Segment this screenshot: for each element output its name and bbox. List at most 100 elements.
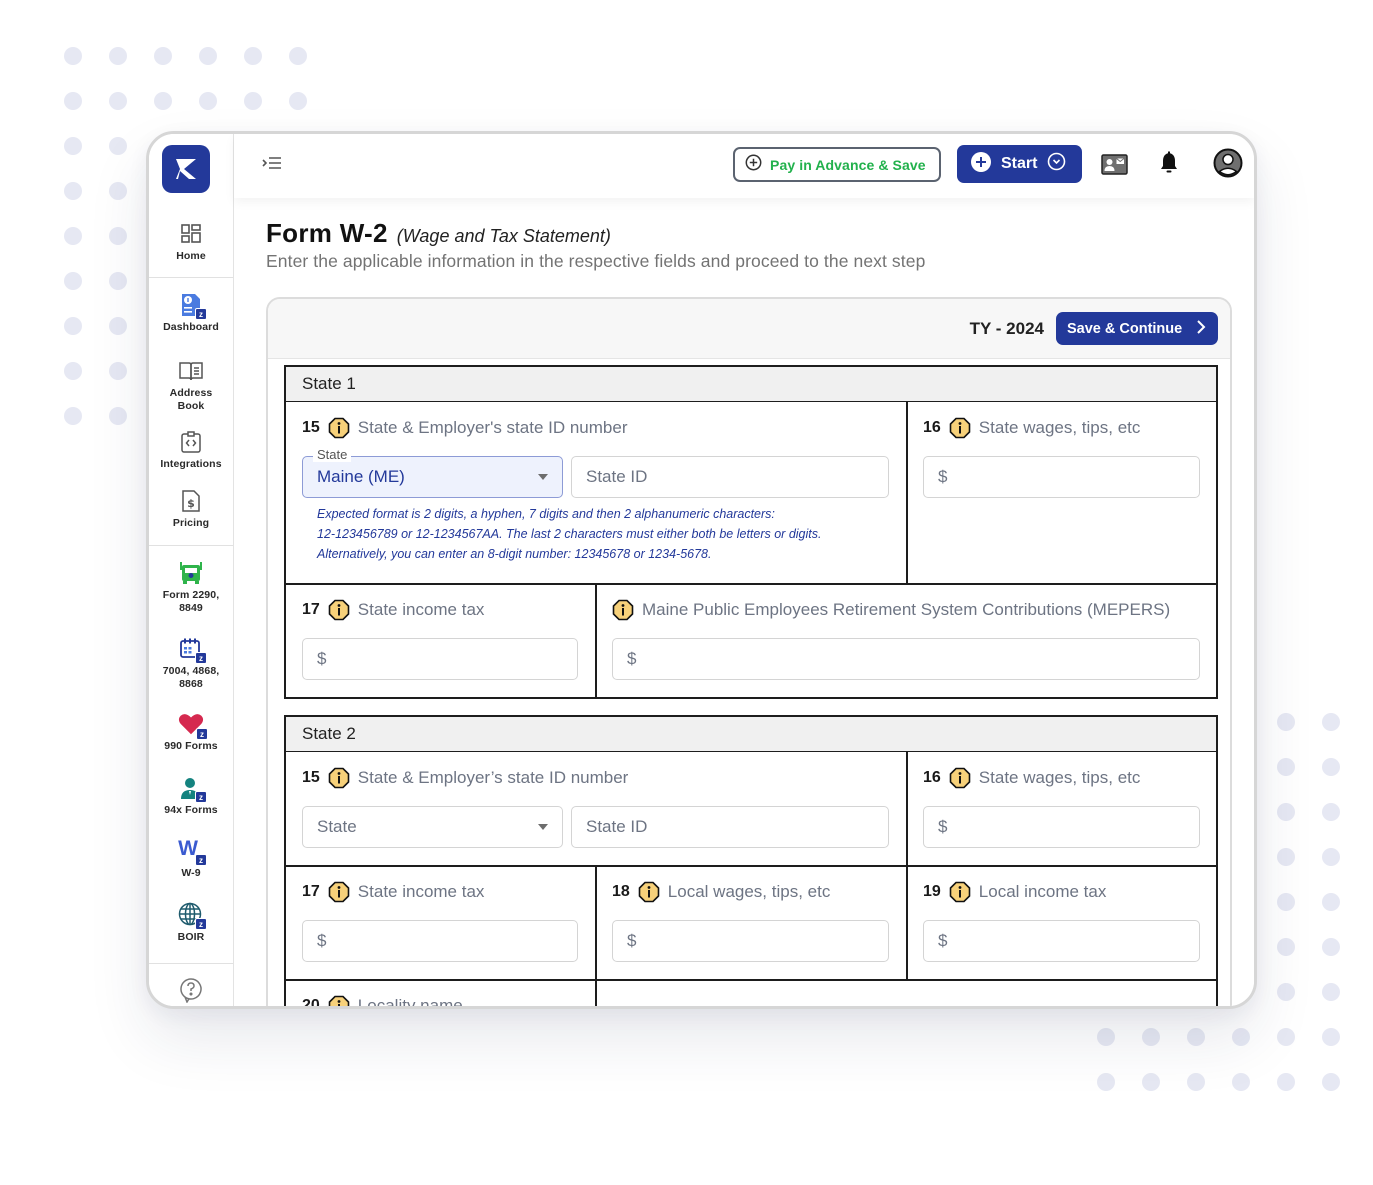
state-wages-input[interactable]: $ xyxy=(923,806,1200,848)
box-number: 17 xyxy=(302,601,320,618)
box-number: 16 xyxy=(923,419,941,436)
tax-year: TY - 2024 xyxy=(969,319,1044,338)
sidebar-item-boir[interactable]: z BOIR xyxy=(149,902,233,944)
menu-toggle-icon[interactable] xyxy=(261,154,283,174)
heart-icon: z xyxy=(178,711,208,740)
sidebar-item-pricing[interactable]: $ Pricing xyxy=(149,488,233,530)
decorative-dot xyxy=(64,272,82,290)
sidebar-item-94x-forms[interactable]: z 94x Forms xyxy=(149,775,233,817)
field-label-text: Local wages, tips, etc xyxy=(667,882,831,901)
box-number: 19 xyxy=(923,883,941,900)
decorative-dot xyxy=(154,92,172,110)
info-icon[interactable] xyxy=(638,881,660,903)
divider xyxy=(595,583,597,699)
page-subtitle: Enter the applicable information in the … xyxy=(266,251,926,271)
sidebar-item-help[interactable] xyxy=(149,977,233,1003)
info-icon[interactable] xyxy=(328,767,350,789)
sidebar-item-w9[interactable]: W z W-9 xyxy=(149,837,233,880)
decorative-dot xyxy=(109,362,127,380)
sidebar-item-integrations[interactable]: Integrations xyxy=(149,429,233,471)
decorative-dot xyxy=(289,92,307,110)
sidebar-item-label: Address Book xyxy=(169,387,213,412)
decorative-dot xyxy=(244,92,262,110)
bell-icon[interactable] xyxy=(1159,151,1179,180)
decorative-dot xyxy=(64,362,82,380)
state-income-tax-input[interactable]: $ xyxy=(302,920,578,962)
decorative-dot xyxy=(109,317,127,335)
sidebar-item-label: Dashboard xyxy=(163,321,219,333)
top-bar: Pay in Advance & Save Start xyxy=(234,134,1254,198)
state-wages-input[interactable]: $ xyxy=(923,456,1200,498)
box-19-label: 19 Local income tax xyxy=(923,881,1106,903)
decorative-dot xyxy=(1322,713,1340,731)
decorative-dot xyxy=(1322,893,1340,911)
local-income-tax-input[interactable]: $ xyxy=(923,920,1200,962)
decorative-dot xyxy=(64,92,82,110)
pay-in-advance-button[interactable]: Pay in Advance & Save xyxy=(733,147,941,182)
info-icon[interactable] xyxy=(949,881,971,903)
info-icon[interactable] xyxy=(949,417,971,439)
sidebar-divider xyxy=(149,277,233,278)
sidebar-item-extensions[interactable]: z 7004, 4868, 8868 xyxy=(149,636,233,690)
field-label-text: Locality name xyxy=(357,996,463,1009)
decorative-dot xyxy=(1187,1073,1205,1091)
info-icon[interactable] xyxy=(328,599,350,621)
sidebar-item-address-book[interactable]: Address Book xyxy=(149,358,233,412)
sidebar-item-dashboard[interactable]: z Dashboard xyxy=(149,292,233,334)
sidebar-item-label: BOIR xyxy=(177,931,205,943)
box-20-label: 20 Locality name xyxy=(302,995,463,1009)
divider xyxy=(286,979,1216,981)
decorative-dot xyxy=(109,182,127,200)
field-label-text: State wages, tips, etc xyxy=(978,768,1141,787)
svg-text:$: $ xyxy=(187,497,195,510)
info-icon[interactable] xyxy=(328,995,350,1006)
decorative-dot xyxy=(1277,1073,1295,1091)
info-icon[interactable] xyxy=(612,599,634,621)
state-id-input[interactable]: State ID xyxy=(571,456,889,498)
app-window: Home z Dashboard Address Book Integratio… xyxy=(146,131,1257,1009)
dashboard-icon: z xyxy=(178,292,207,320)
help-icon xyxy=(178,977,204,1003)
globe-icon: z xyxy=(178,902,207,930)
decorative-dot xyxy=(1322,803,1340,821)
sidebar-item-990-forms[interactable]: z 990 Forms xyxy=(149,711,233,753)
state-income-tax-input[interactable]: $ xyxy=(302,638,578,680)
form-title: Form W-2 xyxy=(266,218,388,248)
field-label-text: State income tax xyxy=(357,600,485,619)
state-id-format-hint: Expected format is 2 digits, a hyphen, 7… xyxy=(317,504,821,564)
decorative-dot xyxy=(1322,938,1340,956)
info-icon[interactable] xyxy=(328,417,350,439)
decorative-dot xyxy=(1322,848,1340,866)
w9-icon: W z xyxy=(178,837,207,866)
decorative-dot xyxy=(1097,1073,1115,1091)
decorative-dot xyxy=(1322,1073,1340,1091)
currency-placeholder: $ xyxy=(938,467,948,486)
decorative-dot xyxy=(1322,1028,1340,1046)
local-wages-input[interactable]: $ xyxy=(612,920,889,962)
box-number: 18 xyxy=(612,883,630,900)
logo-icon[interactable] xyxy=(162,145,210,193)
form-title-description: (Wage and Tax Statement) xyxy=(396,226,611,246)
info-icon[interactable] xyxy=(949,767,971,789)
save-and-continue-button[interactable]: Save & Continue xyxy=(1056,312,1218,345)
start-button[interactable]: Start xyxy=(957,145,1082,183)
state-select[interactable]: State Maine (ME) xyxy=(302,448,563,498)
user-account-icon[interactable] xyxy=(1213,148,1243,183)
section-heading: State 1 xyxy=(286,367,1216,402)
state-id-input[interactable]: State ID xyxy=(571,806,889,848)
state-select[interactable]: State xyxy=(302,806,563,848)
form-card: TY - 2024 Save & Continue State 1 15 Sta… xyxy=(266,297,1232,1009)
id-card-icon[interactable] xyxy=(1101,154,1128,180)
pricing-icon: $ xyxy=(178,488,204,514)
box-number: 17 xyxy=(302,883,320,900)
mepers-input[interactable]: $ xyxy=(612,638,1200,680)
sidebar: Home z Dashboard Address Book Integratio… xyxy=(149,134,234,1006)
sidebar-item-label: Integrations xyxy=(160,458,222,470)
mepers-label: Maine Public Employees Retirement System… xyxy=(612,599,1170,621)
box-number: 20 xyxy=(302,997,320,1009)
sidebar-item-home[interactable]: Home xyxy=(149,221,233,263)
sidebar-item-form-2290[interactable]: Form 2290, 8849 xyxy=(149,560,233,614)
info-icon[interactable] xyxy=(328,881,350,903)
caret-down-icon xyxy=(538,824,548,830)
field-label-text: Local income tax xyxy=(978,882,1107,901)
